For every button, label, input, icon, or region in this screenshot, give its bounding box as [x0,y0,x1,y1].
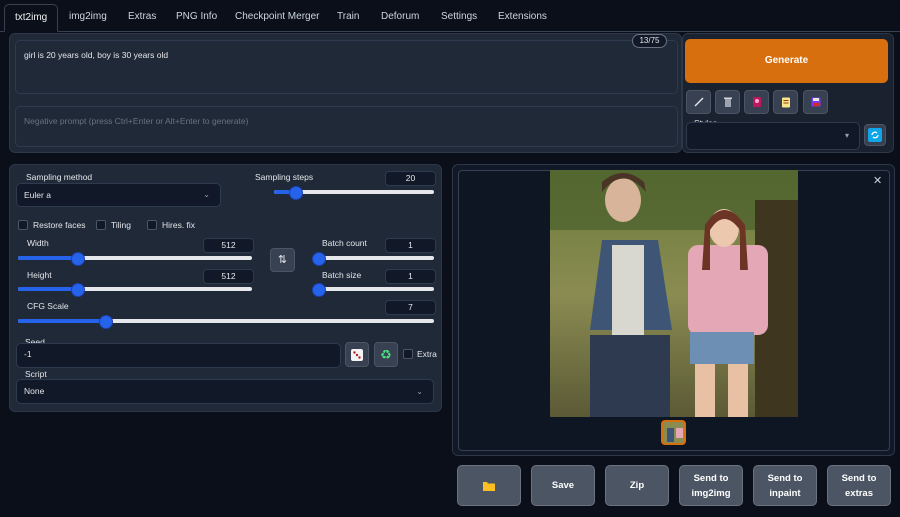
restore-faces-checkbox[interactable] [18,220,28,230]
generate-button[interactable]: Generate [685,39,888,83]
tab-checkpoint-merger[interactable]: Checkpoint Merger [225,4,329,32]
extra-seed-checkbox[interactable] [403,349,413,359]
seed-input[interactable]: -1 [16,343,341,368]
trash-button[interactable] [715,90,740,114]
chevron-down-icon: ▾ [844,131,849,140]
save-style-button[interactable] [803,90,828,114]
token-counter: 13/75 [632,34,667,48]
script-label: Script [25,369,47,379]
prompt-text: girl is 20 years old, boy is 30 years ol… [24,50,169,60]
save-label: Save [551,480,575,491]
sampling-steps-input[interactable]: 20 [385,171,436,186]
clipboard-icon [781,97,790,108]
sampling-steps-slider[interactable] [274,186,434,200]
hires-fix-label: Hires. fix [162,220,196,230]
height-slider[interactable] [18,283,252,297]
negative-prompt-placeholder: Negative prompt (press Ctrl+Enter or Alt… [24,116,249,126]
recycle-icon: ♻ [380,347,392,362]
tab-train[interactable]: Train [327,4,369,32]
prompt-input[interactable]: girl is 20 years old, boy is 30 years ol… [15,40,678,94]
chevron-down-icon: ⌄ [203,190,210,199]
generated-image[interactable] [550,170,798,417]
random-seed-button[interactable] [345,342,369,367]
batch-size-input[interactable]: 1 [385,269,436,284]
trash-icon [723,97,732,107]
clipboard-button[interactable] [773,90,798,114]
width-input[interactable]: 512 [203,238,254,253]
swap-dimensions-button[interactable]: ⇅ [270,248,295,272]
cfg-scale-input[interactable]: 7 [385,300,436,315]
paint-brush-button[interactable] [686,90,711,114]
styles-dropdown[interactable]: ▾ [686,122,860,150]
height-input[interactable]: 512 [203,269,254,284]
restore-faces-label: Restore faces [33,220,86,230]
script-dropdown[interactable]: None ⌄ [16,379,434,404]
folder-icon [483,481,495,491]
negative-prompt-input[interactable]: Negative prompt (press Ctrl+Enter or Alt… [15,106,678,147]
send-to-inpaint-line1: Send to [767,472,803,484]
tiling-label: Tiling [111,220,131,230]
width-slider[interactable] [18,252,252,266]
tab-txt2img[interactable]: txt2img [4,4,59,32]
chevron-down-icon: ⌄ [416,387,423,396]
sampling-method-value: Euler a [24,190,51,200]
sampling-method-label: Sampling method [26,172,93,182]
batch-size-label: Batch size [322,270,362,280]
reuse-seed-button[interactable]: ♻ [374,342,398,367]
zip-button[interactable]: Zip [605,465,669,506]
tab-extensions[interactable]: Extensions [488,4,557,32]
tiling-checkbox[interactable] [96,220,106,230]
close-icon[interactable]: ✕ [873,174,882,187]
send-to-img2img-button[interactable]: Send to img2img [679,465,743,506]
pink-card-icon [752,97,761,107]
sampling-steps-label: Sampling steps [255,172,314,182]
send-to-inpaint-line2: inpaint [769,487,801,499]
send-to-extras-line1: Send to [841,472,877,484]
batch-count-label: Batch count [322,238,367,248]
tab-png-info[interactable]: PNG Info [166,4,227,32]
extra-seed-label: Extra [417,349,437,359]
seed-value: -1 [24,349,32,359]
swap-icon: ⇅ [277,254,288,266]
dice-icon [351,349,363,361]
save-disk-icon [811,97,820,107]
send-to-extras-button[interactable]: Send to extras [827,465,891,506]
save-button[interactable]: Save [531,465,595,506]
show-extra-networks-button[interactable] [744,90,769,114]
send-to-img2img-line2: img2img [691,487,731,499]
tab-deforum[interactable]: Deforum [371,4,429,32]
paint-brush-icon [694,97,703,107]
sampling-method-dropdown[interactable]: Euler a ⌄ [16,183,221,207]
tab-settings[interactable]: Settings [431,4,487,32]
zip-label: Zip [629,480,645,491]
cfg-scale-slider[interactable] [18,315,434,329]
hires-fix-checkbox[interactable] [147,220,157,230]
refresh-icon [868,128,882,142]
tab-img2img[interactable]: img2img [59,4,117,32]
cfg-scale-label: CFG Scale [27,301,69,311]
send-to-extras-line2: extras [845,487,873,499]
send-to-img2img-line1: Send to [693,472,729,484]
batch-count-slider[interactable] [312,252,434,266]
width-label: Width [27,238,49,248]
open-folder-button[interactable] [457,465,521,506]
refresh-styles-button[interactable] [864,124,886,146]
height-label: Height [27,270,52,280]
send-to-inpaint-button[interactable]: Send to inpaint [753,465,817,506]
batch-count-input[interactable]: 1 [385,238,436,253]
gallery-thumbnail[interactable] [661,420,686,445]
batch-size-slider[interactable] [312,283,434,297]
tab-extras[interactable]: Extras [118,4,166,32]
script-value: None [24,386,45,396]
